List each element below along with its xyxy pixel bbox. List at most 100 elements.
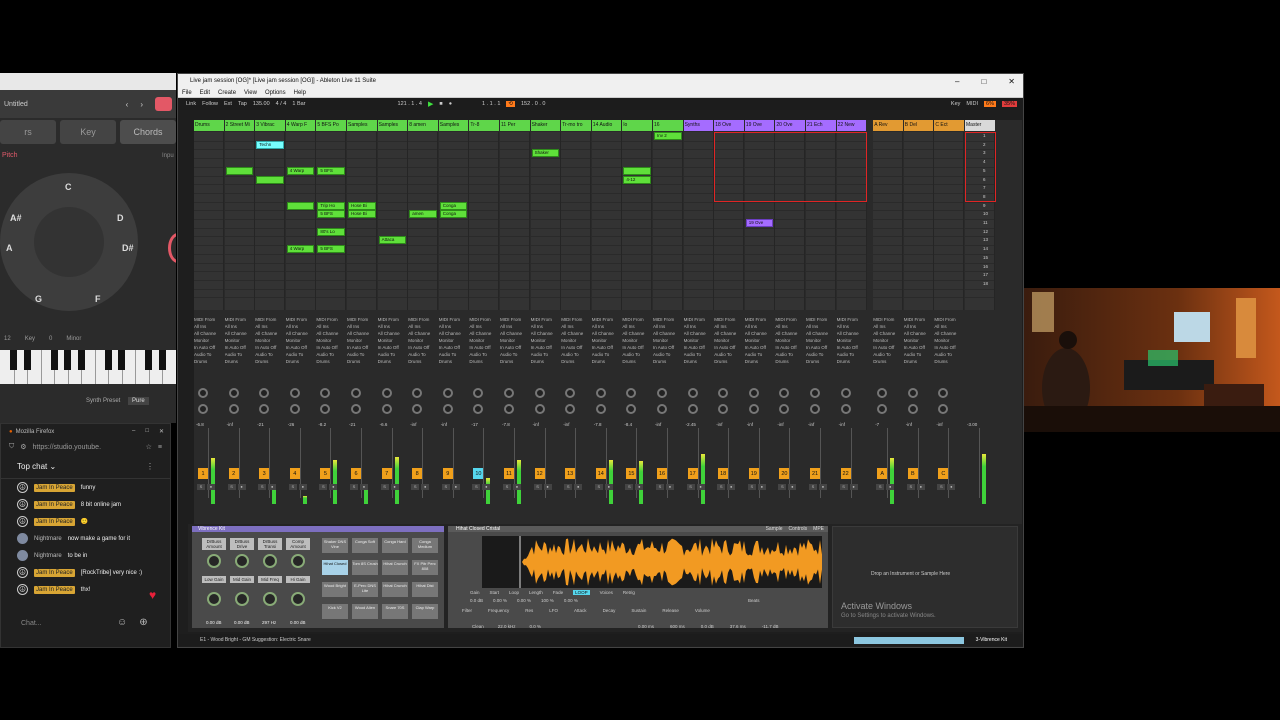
track-activator[interactable]: 8 — [412, 468, 423, 479]
volume-value[interactable]: -6.8 — [196, 422, 204, 427]
emoji-icon[interactable]: ☺ — [117, 617, 127, 628]
io-label[interactable]: All Ins — [286, 323, 316, 330]
send-knob[interactable] — [473, 404, 484, 414]
volume-value[interactable]: -inf — [533, 422, 539, 427]
volume-value[interactable]: -3.00 — [967, 422, 977, 427]
sustain-value[interactable]: 0.0 dB — [701, 624, 714, 629]
scene-number[interactable]: 18 — [983, 281, 988, 286]
drum-pad[interactable]: E-Perc DNS Lite — [352, 582, 378, 597]
track-activator[interactable]: C — [938, 468, 949, 479]
io-label[interactable]: Audio To — [255, 351, 285, 358]
io-label[interactable]: Monitor — [934, 337, 964, 344]
send-knob[interactable] — [289, 388, 300, 398]
synth-preset-select[interactable]: Pure — [128, 397, 149, 405]
track-io-section[interactable]: MIDI From All Ins All Channe Monitor In Auto… — [347, 316, 377, 378]
record-icon[interactable]: ● — [449, 101, 452, 107]
volume-value[interactable]: -17 — [471, 422, 478, 427]
solo-button[interactable]: S — [411, 484, 420, 490]
volume-value[interactable]: -21 — [257, 422, 264, 427]
value-start[interactable]: 0.00 % — [493, 598, 507, 603]
send-knob[interactable] — [442, 388, 453, 398]
track-activator[interactable]: 4 — [289, 468, 300, 479]
solo-button[interactable]: S — [380, 484, 389, 490]
track-io-section[interactable]: MIDI From All Ins All Channe Monitor In Auto… — [714, 316, 744, 378]
drum-pad[interactable]: Hihat Dist — [412, 582, 438, 597]
send-knob[interactable] — [228, 388, 239, 398]
io-label[interactable]: Audio To — [806, 351, 836, 358]
volume-value[interactable]: -7.8 — [502, 422, 510, 427]
track-activator[interactable]: 11 — [504, 468, 514, 479]
track-activator[interactable]: 6 — [351, 468, 361, 479]
channel-fader[interactable]: -inf — [408, 422, 438, 512]
waveform-display[interactable] — [482, 536, 822, 588]
scene-number[interactable]: 6 — [983, 177, 986, 182]
io-label[interactable]: Audio To — [531, 351, 561, 358]
io-label[interactable]: All Ins — [469, 323, 499, 330]
volume-value[interactable]: -inf — [716, 422, 722, 427]
wheel-note-a-sharp[interactable]: A# — [10, 213, 22, 223]
io-label[interactable]: Audio To — [378, 351, 408, 358]
send-knob[interactable] — [289, 404, 300, 414]
clip[interactable]: Conga — [439, 210, 468, 219]
send-knob[interactable] — [718, 388, 729, 398]
io-label[interactable]: Monitor — [904, 337, 934, 344]
track-header[interactable]: Samples — [347, 120, 377, 131]
io-label[interactable]: Audio To — [745, 351, 775, 358]
scene-number[interactable]: 17 — [983, 272, 988, 277]
clip[interactable]: Conga — [439, 201, 468, 210]
solo-button[interactable]: S — [258, 484, 267, 490]
volume-value[interactable]: -inf — [563, 422, 569, 427]
solo-button[interactable]: S — [906, 484, 915, 490]
clip[interactable]: 19 Ove — [745, 219, 774, 227]
channel-fader[interactable]: -21 — [347, 422, 377, 512]
io-label[interactable]: Audio To — [561, 351, 591, 358]
clip-column[interactable] — [469, 132, 500, 310]
close-icon[interactable]: ✕ — [1008, 77, 1015, 86]
wheel-note-c[interactable]: C — [65, 182, 72, 192]
clip-column[interactable] — [683, 132, 714, 310]
drum-pad[interactable]: Wood Bright — [322, 582, 348, 597]
clip[interactable]: Hose Bi — [348, 201, 376, 210]
channel-fader[interactable]: -inf — [653, 422, 683, 512]
wheel-note-g[interactable]: G — [35, 294, 42, 304]
piano-black-key[interactable] — [64, 350, 72, 370]
io-label[interactable]: All Ins — [622, 323, 652, 330]
io-label[interactable]: All Ins — [775, 323, 805, 330]
track-header[interactable]: Master — [965, 120, 995, 131]
scene-number[interactable]: 13 — [983, 237, 988, 242]
maximize-icon[interactable]: □ — [981, 77, 986, 86]
record-button[interactable] — [155, 97, 172, 111]
close-icon[interactable]: ✕ — [159, 428, 164, 435]
io-label[interactable]: Monitor — [316, 337, 346, 344]
macro-value[interactable]: 0.00 dB — [290, 620, 306, 625]
track-activator[interactable]: 18 — [718, 468, 729, 479]
io-label[interactable]: All Ins — [255, 323, 285, 330]
drum-pad[interactable]: Shaker DNS Vine — [322, 538, 348, 553]
io-label[interactable]: Audio To — [469, 351, 499, 358]
volume-value[interactable]: -inf — [808, 422, 814, 427]
clip-column[interactable] — [316, 132, 347, 310]
scene-number[interactable]: 8 — [983, 194, 986, 199]
track-io-section[interactable]: MIDI From All Ins All Channe Monitor In Auto… — [873, 316, 903, 378]
clip-column[interactable] — [934, 132, 965, 310]
track-io-section[interactable]: MIDI From All Ins All Channe Monitor In Auto… — [745, 316, 775, 378]
track-io-section[interactable]: MIDI From All Ins All Channe Monitor In Auto… — [500, 316, 530, 378]
channel-fader[interactable]: -7.8 — [500, 422, 530, 512]
piano-black-key[interactable] — [145, 350, 153, 370]
send-knob[interactable] — [504, 404, 514, 414]
tab-sample[interactable]: Sample — [766, 526, 783, 532]
io-label[interactable]: Monitor — [592, 337, 622, 344]
io-label[interactable]: Monitor — [378, 337, 408, 344]
side-knob[interactable] — [168, 233, 176, 263]
track-io-section[interactable]: MIDI From All Ins All Channe Monitor In Auto… — [806, 316, 836, 378]
track-io-section[interactable]: MIDI From All Ins All Channe Monitor In Auto… — [561, 316, 591, 378]
channel-fader[interactable]: -inf — [531, 422, 561, 512]
solo-button[interactable]: S — [533, 484, 542, 490]
clip[interactable] — [286, 201, 315, 210]
channel-fader[interactable]: -inf — [806, 422, 836, 512]
send-knob[interactable] — [504, 388, 514, 398]
arm-button[interactable]: ● — [849, 484, 858, 490]
clip-column[interactable] — [561, 132, 592, 310]
arm-button[interactable]: ● — [727, 484, 736, 490]
io-label[interactable]: Audio To — [775, 351, 805, 358]
